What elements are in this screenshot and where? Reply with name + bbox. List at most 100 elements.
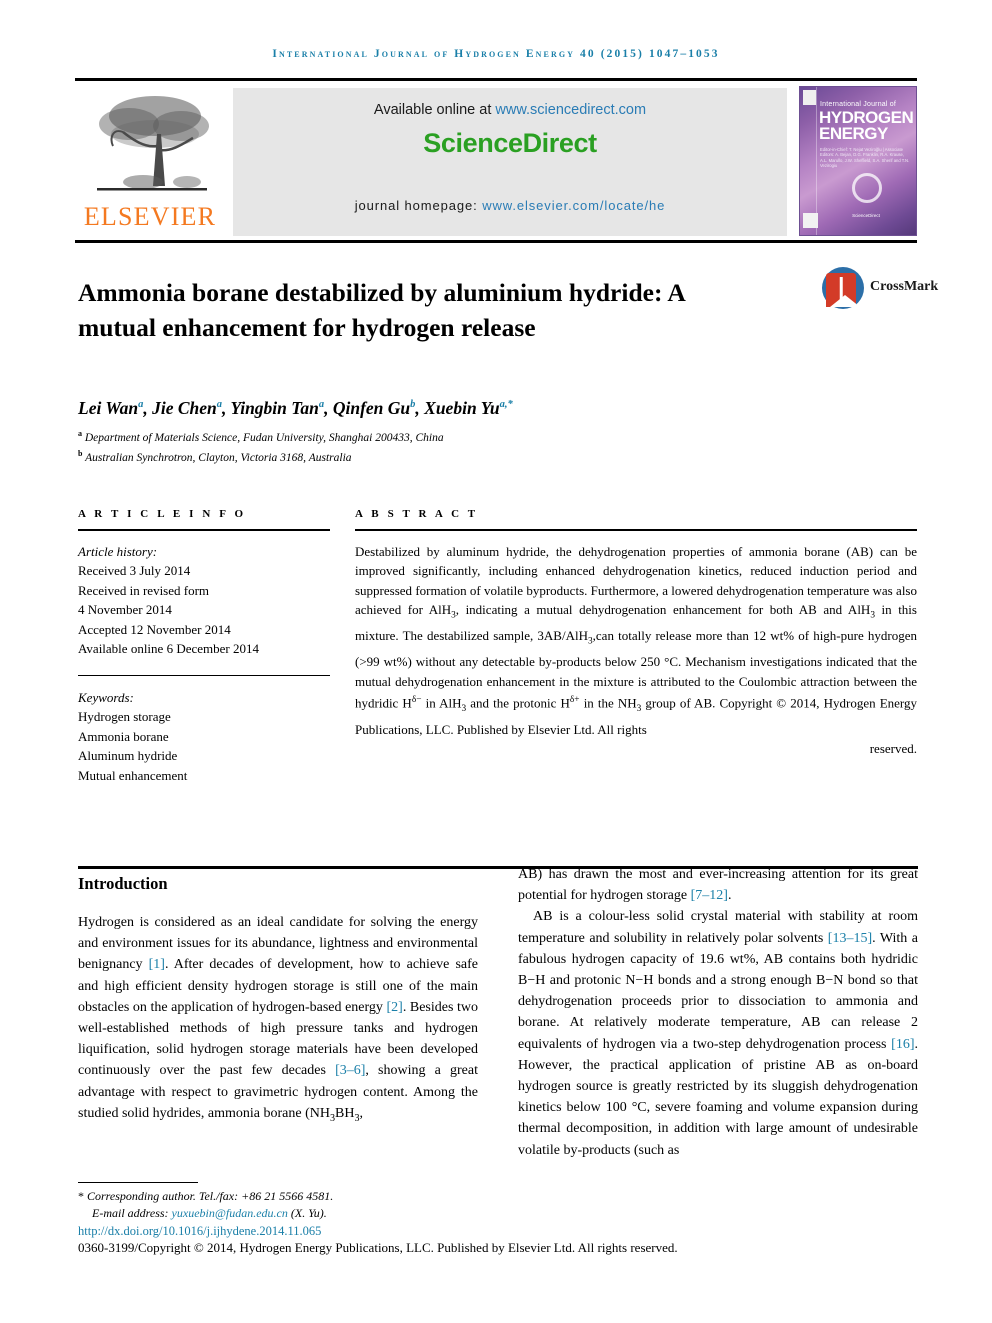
elsevier-wordmark: ELSEVIER [83,202,217,231]
elsevier-logo[interactable]: ELSEVIER [75,84,225,238]
keyword-item-0: Hydrogen storage [78,709,171,725]
available-online-prefix: Available online at [373,102,496,118]
citation-ref-3-6[interactable]: [3–6] [335,1063,365,1078]
email-label: E-mail address: [92,1206,172,1220]
abstract-part-6: and the protonic H [466,695,570,711]
author-sup-0: a [138,399,144,411]
elsevier-tree-icon [83,90,217,202]
corresponding-author-text: Corresponding author. Tel./fax: +86 21 5… [87,1189,334,1203]
abstract-part-8: group of AB. [641,695,716,711]
citation-ref-16[interactable]: [16] [891,1037,914,1052]
crossmark-label: CrossMark [870,279,939,294]
abstract-rule [355,529,917,531]
email-link[interactable]: yuxuebin@fudan.edu.cn [172,1206,288,1220]
keywords-block: Keywords: Hydrogen storage Ammonia boran… [78,688,330,786]
cover-sciencedirect-label: ScienceDirect [852,213,880,218]
author-sup-1: a [216,399,223,411]
introduction-heading: Introduction [78,874,168,893]
intro-right-text-d: . With a fabulous hydrogen capacity of 1… [518,930,918,1052]
article-info-heading: A R T I C L E I N F O [78,508,247,520]
citation-ref-7-12[interactable]: [7–12] [691,888,728,903]
abstract-text: Destabilized by aluminum hydride, the de… [355,542,917,759]
abstract-part-7: in the NH [579,695,637,711]
cover-editors-text: Editor-in-Chief: T. Nejat Veziroğlu | As… [820,147,910,169]
journal-cover-image[interactable]: International Journal of HYDROGEN ENERGY… [799,86,917,236]
citation-ref-1[interactable]: [1] [149,957,165,972]
article-history-label: Article history: [78,543,158,559]
header-rule-top [75,78,917,81]
page-title: Ammonia borane destabilized by aluminium… [78,278,685,343]
sciencedirect-panel: Available online at www.sciencedirect.co… [233,88,787,236]
intro-left-text-e: BH [335,1105,355,1121]
cover-top-badge-icon [803,90,816,105]
available-online-line: Available online at www.sciencedirect.co… [233,102,787,118]
cover-ihe-badge-icon [803,213,818,228]
author-name-2[interactable]: Yingbin Tan [230,398,318,418]
affiliation-list: a Department of Materials Science, Fudan… [78,426,858,467]
affiliation-text-1: Australian Synchrotron, Clayton, Victori… [85,452,352,465]
article-info-column: A R T I C L E I N F O Article history: R… [78,508,330,785]
journal-homepage-prefix: journal homepage: [354,198,483,213]
abstract-part-2: , indicating a mutual dehydrogenation en… [455,602,871,618]
running-head: International Journal of Hydrogen Energy… [272,48,720,60]
intro-left-text-f: , [359,1105,364,1121]
affiliation-0: a Department of Materials Science, Fudan… [78,426,858,446]
affiliation-marker-0: a [78,429,82,438]
article-page: International Journal of Hydrogen Energy… [0,0,992,1323]
journal-homepage-line: journal homepage: www.elsevier.com/locat… [233,198,787,213]
sciencedirect-logo[interactable]: ScienceDirect [233,128,787,159]
abstract-sup-delta-plus: δ+ [569,695,580,706]
keyword-item-1: Ammonia borane [78,728,169,744]
affiliation-1: b Australian Synchrotron, Clayton, Victo… [78,446,858,466]
introduction-paragraph-1: Hydrogen is considered as an ideal candi… [78,912,478,1129]
abstract-heading: A B S T R A C T [355,508,479,520]
footnote-rule [78,1182,198,1184]
intro-right-text-e: . However, the practical application of … [518,1036,918,1158]
author-name-0[interactable]: Lei Wan [78,398,138,418]
journal-homepage-link[interactable]: www.elsevier.com/locate/he [482,198,665,213]
article-history-item-2: 4 November 2014 [78,602,172,618]
article-history-item-4: Available online 6 December 2014 [78,641,259,657]
keywords-label: Keywords: [78,689,134,705]
keywords-rule [78,674,330,676]
footer-copyright: 0360-3199/Copyright © 2014, Hydrogen Ene… [78,1240,678,1255]
article-info-rule [78,529,330,531]
author-name-1[interactable]: Jie Chen [152,398,217,418]
abstract-copyright-last: reserved. [869,741,917,757]
introduction-left-column: Hydrogen is considered as an ideal candi… [78,912,478,1129]
author-list: Lei Wana, Jie Chena, Yingbin Tana, Qinfe… [78,398,513,418]
corresponding-author-note: * Corresponding author. Tel./fax: +86 21… [78,1188,578,1205]
masthead: ELSEVIER Available online at www.science… [75,84,917,238]
sciencedirect-url-link[interactable]: www.sciencedirect.com [495,102,646,118]
introduction-paragraph-1-cont: AB) has drawn the most and ever-increasi… [518,864,918,906]
affiliation-marker-1: b [78,449,83,459]
citation-ref-13-15[interactable]: [13–15] [828,931,872,946]
asterisk-icon: * [78,1189,84,1203]
abstract-part-5: in AlH [421,695,462,711]
cover-ring-graphic [852,173,882,203]
email-note: E-mail address: yuxuebin@fudan.edu.cn (X… [78,1205,578,1222]
introduction-right-column: AB) has drawn the most and ever-increasi… [518,864,918,1161]
keyword-item-3: Mutual enhancement [78,767,188,783]
cover-journal-word-energy: ENERGY [819,124,888,143]
crossmark-badge[interactable]: CrossMark [822,265,938,313]
email-suffix: (X. Yu). [287,1206,327,1220]
author-sup-2: a [318,399,325,411]
doi-link[interactable]: http://dx.doi.org/10.1016/j.ijhydene.201… [78,1224,321,1239]
abstract-sup-delta-minus: δ− [411,695,422,706]
author-sup-3: b [410,399,416,411]
crossmark-icon [822,267,864,309]
citation-ref-2[interactable]: [2] [386,1000,402,1015]
author-name-4[interactable]: Xuebin Yu [424,398,499,418]
abstract-column: A B S T R A C T Destabilized by aluminum… [355,508,917,759]
intro-right-text-b: . [727,888,732,904]
article-history-item-3: Accepted 12 November 2014 [78,621,231,637]
introduction-paragraph-2: AB is a colour-less solid crystal materi… [518,906,918,1160]
article-history-item-0: Received 3 July 2014 [78,563,191,579]
author-sup-4: a,* [499,399,513,411]
article-history-block: Article history: Received 3 July 2014 Re… [78,542,330,659]
affiliation-text-0: Department of Materials Science, Fudan U… [84,431,444,444]
author-name-3[interactable]: Qinfen Gu [333,398,410,418]
cover-journal-prefix: International Journal of [820,101,897,108]
keyword-item-2: Aluminum hydride [78,748,178,764]
